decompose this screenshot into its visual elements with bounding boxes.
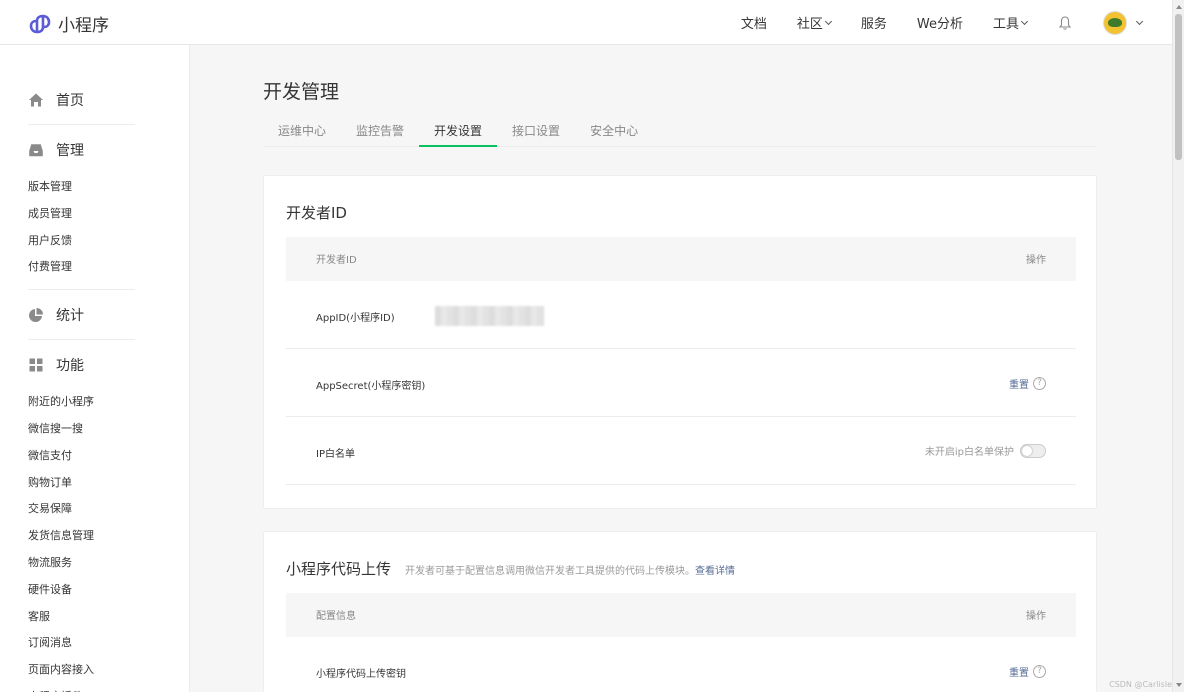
sidebar-item-customer-service[interactable]: 客服 (0, 604, 189, 631)
table-row-upload-key: 小程序代码上传密钥 重置 ? (286, 637, 1076, 692)
tab-ops-center[interactable]: 运维中心 (263, 117, 341, 147)
sidebar-item-hardware[interactable]: 硬件设备 (0, 577, 189, 604)
row-label: AppID(小程序ID) (316, 313, 395, 324)
row-label: 小程序代码上传密钥 (316, 669, 406, 680)
mini-program-logo-icon (29, 14, 51, 33)
watermark: CSDN @Carlisle (1109, 680, 1172, 689)
help-icon[interactable]: ? (1033, 665, 1046, 678)
nav-tools-label: 工具 (992, 17, 1019, 32)
card-title-group: 小程序代码上传 开发者可基于配置信息调用微信开发者工具提供的代码上传模块。 查看… (286, 558, 735, 579)
reset-link[interactable]: 重置 (1009, 376, 1029, 391)
chevron-down-icon (824, 17, 832, 25)
sidebar-item-subscription-messages[interactable]: 订阅消息 (0, 630, 189, 657)
view-details-link[interactable]: 查看详情 (695, 562, 735, 577)
nav-we-analytics-label: We分析 (916, 17, 963, 32)
sidebar-item-logistics[interactable]: 物流服务 (0, 550, 189, 577)
sidebar: 首页 管理 版本管理 成员管理 用户反馈 付费管理 统计 功能 附近的小程序 微… (0, 45, 190, 692)
sidebar-item-manage[interactable]: 管理 (28, 125, 189, 174)
column-header: 操作 (1026, 611, 1046, 622)
sidebar-item-shipping-info[interactable]: 发货信息管理 (0, 523, 189, 550)
appid-value-redacted (435, 306, 544, 326)
sidebar-item-home-label: 首页 (56, 92, 84, 109)
avatar[interactable] (1103, 10, 1127, 35)
tab-api-settings[interactable]: 接口设置 (497, 117, 575, 147)
sidebar-item-member-manage[interactable]: 成员管理 (0, 201, 189, 228)
table-row-ip-whitelist: IP白名单 未开启ip白名单保护 (286, 417, 1076, 485)
sidebar-item-wechat-search[interactable]: 微信搜一搜 (0, 416, 189, 443)
sidebar-item-nearby-miniprogram[interactable]: 附近的小程序 (0, 389, 189, 416)
toggle-knob (1022, 445, 1032, 456)
action-group: 重置 ? (1009, 376, 1046, 391)
bell-icon[interactable] (1057, 15, 1073, 31)
sidebar-item-plugins[interactable]: 小程序插件 (0, 684, 189, 692)
sidebar-item-shopping-orders[interactable]: 购物订单 (0, 470, 189, 497)
sidebar-item-user-feedback[interactable]: 用户反馈 (0, 228, 189, 255)
toggle-status-text: 未开启ip白名单保护 (924, 447, 1014, 458)
chevron-down-icon[interactable] (1135, 17, 1144, 25)
sidebar-item-version-manage[interactable]: 版本管理 (0, 174, 189, 201)
nav-we-analytics[interactable]: We分析 (917, 13, 963, 32)
sidebar-item-stats-label: 统计 (56, 307, 84, 324)
reset-link[interactable]: 重置 (1009, 664, 1029, 679)
sidebar-item-payment-manage[interactable]: 付费管理 (0, 254, 189, 281)
help-icon[interactable]: ? (1033, 377, 1046, 390)
nav-community-label: 社区 (796, 17, 823, 32)
chevron-down-icon (1020, 17, 1029, 25)
sidebar-item-stats[interactable]: 统计 (28, 290, 189, 339)
nav-services[interactable]: 服务 (861, 13, 887, 32)
tab-bar: 运维中心 监控告警 开发设置 接口设置 安全中心 (263, 117, 1097, 147)
table-row-appid: AppID(小程序ID) (286, 281, 1076, 349)
nav-services-label: 服务 (860, 17, 887, 32)
card-title: 小程序代码上传 (286, 560, 392, 578)
scroll-down-arrow-icon[interactable] (1176, 683, 1182, 687)
nav-docs-label: 文档 (740, 17, 767, 32)
card-description: 开发者可基于配置信息调用微信开发者工具提供的代码上传模块。 (405, 566, 696, 577)
page-title: 开发管理 (263, 81, 340, 103)
scroll-up-arrow-icon[interactable] (1176, 5, 1182, 9)
top-nav: 文档 社区 服务 We分析 工具 (741, 0, 1172, 45)
table-header: 开发者ID 操作 (286, 237, 1076, 281)
column-header: 开发者ID (316, 255, 357, 266)
grid-icon (29, 358, 43, 372)
row-label: IP白名单 (316, 449, 355, 460)
table-header: 配置信息 操作 (286, 593, 1076, 637)
sidebar-item-wechat-pay[interactable]: 微信支付 (0, 443, 189, 470)
toggle-group: 未开启ip白名单保护 (925, 443, 1046, 458)
sidebar-item-page-content[interactable]: 页面内容接入 (0, 657, 189, 684)
top-bar: 小程序 文档 社区 服务 We分析 工具 (0, 0, 1172, 45)
developer-id-card: 开发者ID 开发者ID 操作 AppID(小程序ID) AppSecret(小程… (263, 175, 1097, 509)
nav-tools[interactable]: 工具 (992, 13, 1029, 32)
sidebar-item-trade-guarantee[interactable]: 交易保障 (0, 496, 189, 523)
sidebar-item-features[interactable]: 功能 (28, 340, 189, 389)
app-name: 小程序 (58, 16, 109, 36)
pie-chart-icon (29, 307, 43, 322)
code-upload-card: 小程序代码上传 开发者可基于配置信息调用微信开发者工具提供的代码上传模块。 查看… (263, 531, 1097, 692)
inbox-icon (29, 143, 43, 156)
card-title: 开发者ID (286, 204, 347, 222)
row-label: AppSecret(小程序密钥) (316, 381, 426, 392)
home-icon (29, 93, 43, 106)
tab-security-center[interactable]: 安全中心 (575, 117, 653, 147)
action-group: 重置 ? (1009, 664, 1046, 679)
tab-dev-settings[interactable]: 开发设置 (419, 117, 498, 147)
table-row-appsecret: AppSecret(小程序密钥) 重置 ? (286, 349, 1076, 417)
column-header: 配置信息 (316, 611, 356, 622)
nav-docs[interactable]: 文档 (741, 13, 767, 32)
sidebar-item-manage-label: 管理 (56, 142, 84, 159)
ip-whitelist-toggle[interactable] (1020, 443, 1046, 458)
logo[interactable]: 小程序 (28, 11, 109, 36)
sidebar-item-home[interactable]: 首页 (28, 75, 189, 124)
scroll-thumb[interactable] (1175, 14, 1182, 160)
scrollbar[interactable] (1172, 0, 1184, 692)
sidebar-item-features-label: 功能 (56, 357, 84, 374)
nav-community[interactable]: 社区 (796, 13, 832, 32)
tab-monitoring-alerts[interactable]: 监控告警 (341, 117, 419, 147)
column-header: 操作 (1026, 255, 1046, 266)
